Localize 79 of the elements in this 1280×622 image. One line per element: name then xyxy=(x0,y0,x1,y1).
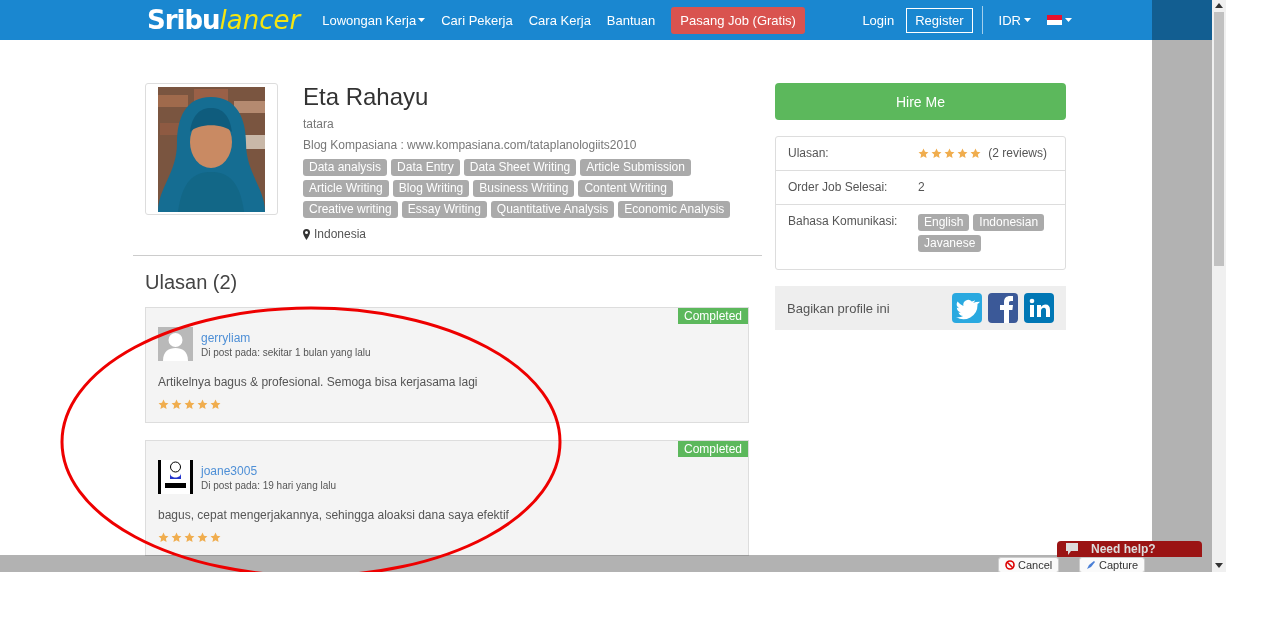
login-link[interactable]: Login xyxy=(862,12,895,28)
star-icon xyxy=(197,399,208,410)
star-icon xyxy=(171,532,182,543)
avatar-icon xyxy=(158,460,193,494)
star-icon xyxy=(970,148,981,159)
language-tag: Indonesian xyxy=(973,214,1045,231)
skill-tag: Data Entry xyxy=(391,159,460,176)
skill-tag: Essay Writing xyxy=(401,201,487,218)
share-label: Bagikan profile ini xyxy=(787,300,890,316)
capture-button[interactable]: Capture xyxy=(1079,557,1146,572)
star-icon xyxy=(197,532,208,543)
twitter-icon[interactable] xyxy=(952,293,982,323)
star-icon xyxy=(158,532,169,543)
help-widget[interactable]: Need help? xyxy=(1057,541,1202,557)
bio-text: Blog Kompasiana : www.kompasiana.com/tataplanologiits2010 xyxy=(303,138,638,152)
skill-tag: Data analysis xyxy=(303,159,388,176)
nav-link[interactable]: Bantuan xyxy=(606,12,656,28)
flag-icon[interactable] xyxy=(1047,15,1062,25)
post-date: Di post pada: 19 hari yang lalu xyxy=(201,479,337,491)
currency-dropdown[interactable]: IDR xyxy=(998,12,1031,28)
reviews-heading: Ulasan (2) xyxy=(145,271,239,294)
review-comment: bagus, cepat mengerjakannya, sehingga aloaksi dana saya efektif xyxy=(158,508,510,522)
location-text: Indonesia xyxy=(314,227,367,241)
status-label: Completed xyxy=(677,308,748,324)
logo-text[interactable]: Sribu xyxy=(147,5,220,35)
reviewer-link[interactable]: gerryliam xyxy=(201,330,371,345)
star-icon xyxy=(171,399,182,410)
reviewer-link[interactable]: joane3005 xyxy=(201,463,337,478)
skill-tag: Economic Analysis xyxy=(618,201,731,218)
status-label: Completed xyxy=(677,441,748,457)
skill-tag: Article Writing xyxy=(303,180,389,197)
star-icon xyxy=(184,532,195,543)
nav-link[interactable]: Cari Pekerja xyxy=(441,12,513,28)
nav-link[interactable]: Cara Kerja xyxy=(528,12,591,28)
language-tag: English xyxy=(918,214,970,231)
linkedin-icon[interactable] xyxy=(1024,293,1054,323)
prohibited-icon xyxy=(1005,560,1015,570)
skill-tag: Creative writing xyxy=(303,201,398,218)
scroll-down-icon[interactable] xyxy=(1215,563,1223,568)
skill-tag: Business Writing xyxy=(473,180,575,197)
skill-tag: Quantitative Analysis xyxy=(490,201,615,218)
nav-link[interactable]: Lowongan Kerja xyxy=(322,12,426,28)
logo-text[interactable]: lancer xyxy=(219,5,301,35)
username: tatara xyxy=(303,117,335,131)
location-pin-icon xyxy=(303,228,310,240)
star-icon xyxy=(184,399,195,410)
facebook-icon[interactable] xyxy=(988,293,1018,323)
post-date: Di post pada: sekitar 1 bulan yang lalu xyxy=(201,346,371,358)
skill-tag: Blog Writing xyxy=(392,180,470,197)
review-count: (2 reviews) xyxy=(988,146,1048,161)
post-job-button[interactable]: Pasang Job (Gratis) xyxy=(671,6,805,34)
pen-icon xyxy=(1086,560,1096,570)
profile-name: Eta Rahayu xyxy=(303,83,430,111)
avatar-icon xyxy=(158,327,193,361)
info-value: 2 xyxy=(918,180,925,195)
info-label: Bahasa Komunikasi: xyxy=(788,214,899,230)
caret-icon xyxy=(1024,18,1031,22)
star-icon xyxy=(918,148,929,159)
info-label: Ulasan: xyxy=(788,146,830,161)
review-comment: Artikelnya bagus & profesional. Semoga bisa kerjasama lagi xyxy=(158,375,479,389)
register-button[interactable]: Register xyxy=(906,7,973,33)
skill-tag: Article Submission xyxy=(580,159,691,176)
speech-bubble-icon xyxy=(1065,542,1079,556)
scroll-up-icon[interactable] xyxy=(1215,3,1223,8)
skill-tag: Content Writing xyxy=(578,180,673,197)
language-tag: Javanese xyxy=(918,235,982,252)
info-label: Order Job Selesai: xyxy=(788,180,889,195)
cancel-button[interactable]: Cancel xyxy=(998,557,1060,572)
scrollbar[interactable] xyxy=(1212,0,1226,572)
star-icon xyxy=(210,532,221,543)
skill-tag: Data Sheet Writing xyxy=(463,159,577,176)
star-icon xyxy=(957,148,968,159)
star-icon xyxy=(931,148,942,159)
star-icon xyxy=(944,148,955,159)
hire-button[interactable]: Hire Me xyxy=(775,83,1066,120)
star-icon xyxy=(210,399,221,410)
help-label: Need help? xyxy=(1091,542,1156,556)
caret-icon xyxy=(1065,18,1072,22)
star-icon xyxy=(158,399,169,410)
